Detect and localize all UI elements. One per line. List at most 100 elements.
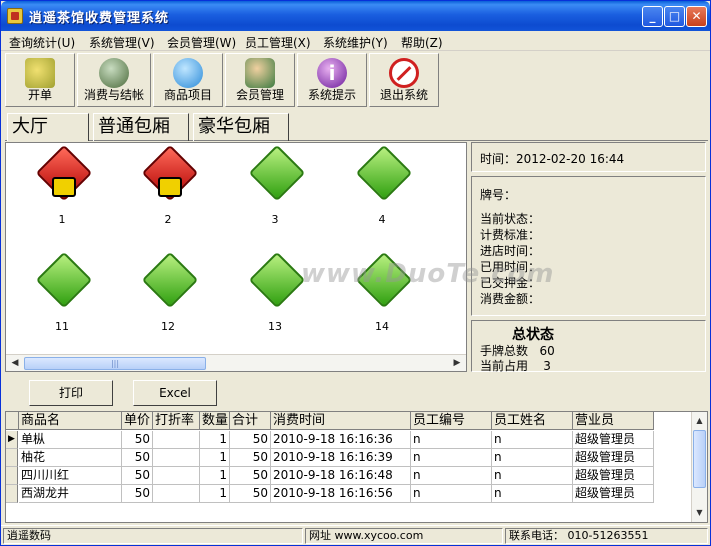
column-header[interactable]: 员工姓名 [492,412,573,430]
table-cell[interactable] [153,467,200,485]
amount-label: 消费金额： [480,292,541,306]
room-tile[interactable]: 11 [26,251,98,338]
no-entry-icon [389,58,419,88]
table-cell[interactable] [153,485,200,503]
column-header[interactable]: 商品名 [19,412,122,430]
table-cell[interactable]: 50 [230,449,271,467]
menu-staff-management[interactable]: 员工管理(X) [245,34,311,51]
room-tile[interactable]: 3 [239,144,311,231]
column-header[interactable]: 营业员 [573,412,654,430]
table-cell[interactable]: n [492,467,573,485]
table-cell[interactable]: 超级管理员 [573,431,654,449]
scroll-thumb[interactable] [693,430,706,488]
table-cell[interactable]: 西湖龙井 [19,485,122,503]
room-number: 12 [161,320,175,333]
table-cell[interactable]: n [411,467,492,485]
toolbar: 开单 消费与结帐 商品项目 会员管理 i 系统提示 退出系统 [5,53,708,107]
checkout-button[interactable]: 消费与结帐 [77,53,151,107]
table-cell[interactable]: n [492,431,573,449]
maximize-button[interactable]: □ [664,6,685,27]
scroll-down-icon[interactable]: ▼ [692,505,707,521]
table-cell[interactable]: 2010-9-18 16:16:48 [271,467,411,485]
people-icon [158,177,182,197]
room-tile[interactable]: 1 [26,144,98,231]
table-cell[interactable]: n [492,485,573,503]
app-window: 逍遥茶馆收费管理系统 _ □ ✕ 查询统计(U) 系统管理(V) 会员管理(W)… [0,0,711,546]
room-tile[interactable]: 4 [346,144,418,231]
scroll-up-icon[interactable]: ▲ [692,413,707,429]
table-cell[interactable]: 1 [200,467,230,485]
company-name: 逍遥数码 [3,528,303,544]
row-header[interactable] [6,467,18,485]
products-button[interactable]: 商品项目 [153,53,223,107]
tab-deluxe-room[interactable]: 豪华包厢 [193,113,289,141]
menu-query-stats[interactable]: 查询统计(U) [9,34,75,51]
member-management-button[interactable]: 会员管理 [225,53,295,107]
column-header[interactable]: 单价 [122,412,153,430]
table-cell[interactable]: 1 [200,485,230,503]
menu-system-management[interactable]: 系统管理(V) [89,34,155,51]
table-cell[interactable]: 1 [200,449,230,467]
print-button[interactable]: 打印 [29,380,113,406]
summary-title: 总状态 [512,327,554,343]
table-cell[interactable]: n [411,431,492,449]
row-header[interactable] [6,449,18,467]
table-cell[interactable]: n [492,449,573,467]
table-cell[interactable]: 2010-9-18 16:16:56 [271,485,411,503]
table-cell[interactable] [153,449,200,467]
table-cell[interactable]: 柚花 [19,449,122,467]
table-cell[interactable]: n [411,449,492,467]
column-header[interactable]: 打折率 [153,412,200,430]
column-header[interactable]: 数量 [200,412,230,430]
menu-help[interactable]: 帮助(Z) [401,34,443,51]
room-free-icon [248,251,306,309]
table-cell[interactable]: 50 [122,467,153,485]
column-header[interactable]: 合计 [230,412,271,430]
room-number: 2 [164,213,172,226]
table-cell[interactable]: 50 [230,431,271,449]
time-display: 时间：2012-02-20 16:44 [480,152,625,166]
phone-info: 联系电话： 010-51263551 [505,528,708,544]
room-tile[interactable]: 2 [132,144,204,231]
table-cell[interactable]: 四川川红 [19,467,122,485]
room-tile[interactable]: 12 [132,251,204,338]
table-cell[interactable] [153,431,200,449]
menu-system-maintenance[interactable]: 系统维护(Y) [323,34,388,51]
table-cell[interactable]: 单枞 [19,431,122,449]
table-cell[interactable]: 50 [122,449,153,467]
title-bar[interactable]: 逍遥茶馆收费管理系统 _ □ ✕ [1,1,710,31]
table-cell[interactable]: 50 [122,485,153,503]
room-free-icon [35,251,93,309]
table-cell[interactable]: 超级管理员 [573,449,654,467]
window-title: 逍遥茶馆收费管理系统 [29,11,170,26]
table-cell[interactable]: n [411,485,492,503]
column-header[interactable]: 员工编号 [411,412,492,430]
people-icon [52,177,76,197]
exit-system-button[interactable]: 退出系统 [369,53,439,107]
scroll-right-icon[interactable]: ▶ [449,356,465,371]
table-cell[interactable]: 50 [122,431,153,449]
tab-standard-room[interactable]: 普通包厢 [93,113,189,141]
table-cell[interactable]: 1 [200,431,230,449]
table-cell[interactable]: 50 [230,467,271,485]
menu-member-management[interactable]: 会员管理(W) [167,34,236,51]
row-header[interactable] [6,485,18,503]
table-cell[interactable]: 2010-9-18 16:16:36 [271,431,411,449]
excel-button[interactable]: Excel [133,380,217,406]
area-tabs: 大厅 普通包厢 豪华包厢 [5,111,708,141]
table-vertical-scrollbar[interactable]: ▲ ▼ [691,412,707,522]
system-tips-button[interactable]: i 系统提示 [297,53,367,107]
scroll-thumb[interactable]: ||| [24,357,206,370]
column-header[interactable]: 消费时间 [271,412,411,430]
open-bill-button[interactable]: 开单 [5,53,75,107]
scroll-left-icon[interactable]: ◀ [7,356,23,371]
table-cell[interactable]: 超级管理员 [573,467,654,485]
room-horizontal-scrollbar[interactable]: ◀ ||| ▶ [6,354,466,371]
close-button[interactable]: ✕ [686,6,707,27]
table-cell[interactable]: 超级管理员 [573,485,654,503]
table-cell[interactable]: 50 [230,485,271,503]
tab-hall[interactable]: 大厅 [7,113,89,141]
minimize-button[interactable]: _ [642,6,663,27]
table-cell[interactable]: 2010-9-18 16:16:39 [271,449,411,467]
room-grid: 1 2 3 4 11 12 13 14 ◀ ||| ▶ [5,142,467,372]
